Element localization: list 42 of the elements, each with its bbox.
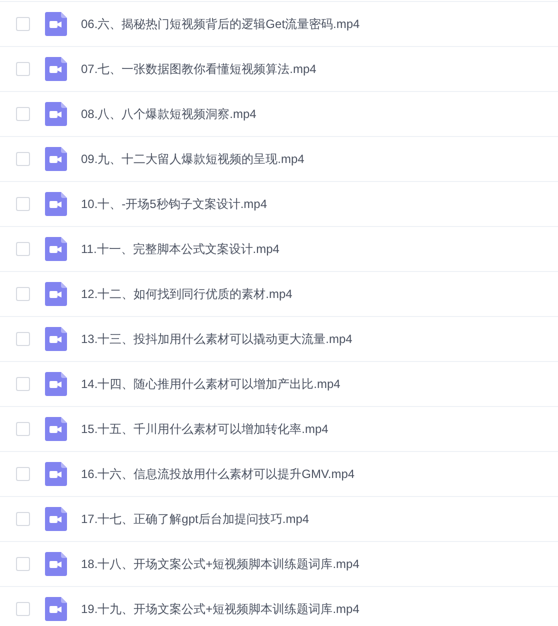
file-name[interactable]: 15.十五、千川用什么素材可以增加转化率.mp4 (81, 420, 328, 438)
file-name[interactable]: 13.十三、投抖加用什么素材可以撬动更大流量.mp4 (81, 330, 352, 348)
checkbox[interactable] (16, 377, 30, 391)
video-file-icon (45, 102, 67, 126)
video-file-icon (45, 192, 67, 216)
checkbox[interactable] (16, 557, 30, 571)
checkbox[interactable] (16, 62, 30, 76)
checkbox[interactable] (16, 107, 30, 121)
checkbox[interactable] (16, 332, 30, 346)
video-file-icon (45, 372, 67, 396)
file-name[interactable]: 06.六、揭秘热门短视频背后的逻辑Get流量密码.mp4 (81, 15, 360, 33)
video-file-icon (45, 597, 67, 621)
video-file-icon (45, 12, 67, 36)
checkbox[interactable] (16, 422, 30, 436)
video-file-icon (45, 507, 67, 531)
file-name[interactable]: 12.十二、如何找到同行优质的素材.mp4 (81, 285, 292, 303)
video-file-icon (45, 552, 67, 576)
file-name[interactable]: 08.八、八个爆款短视频洞察.mp4 (81, 105, 256, 123)
video-file-icon (45, 282, 67, 306)
video-file-icon (45, 462, 67, 486)
file-name[interactable]: 09.九、十二大留人爆款短视频的呈现.mp4 (81, 150, 304, 168)
video-file-icon (45, 57, 67, 81)
checkbox[interactable] (16, 197, 30, 211)
file-name[interactable]: 19.十九、开场文案公式+短视频脚本训练题词库.mp4 (81, 600, 360, 618)
video-file-icon (45, 327, 67, 351)
checkbox[interactable] (16, 152, 30, 166)
checkbox[interactable] (16, 467, 30, 481)
file-name[interactable]: 16.十六、信息流投放用什么素材可以提升GMV.mp4 (81, 465, 355, 483)
file-name[interactable]: 07.七、一张数据图教你看懂短视频算法.mp4 (81, 60, 316, 78)
video-file-icon (45, 147, 67, 171)
video-file-icon (45, 417, 67, 441)
checkbox[interactable] (16, 602, 30, 616)
checkbox[interactable] (16, 512, 30, 526)
video-file-icon (45, 237, 67, 261)
file-name[interactable]: 11.十一、完整脚本公式文案设计.mp4 (81, 240, 280, 258)
file-name[interactable]: 14.十四、随心推用什么素材可以增加产出比.mp4 (81, 375, 340, 393)
checkbox[interactable] (16, 242, 30, 256)
file-name[interactable]: 17.十七、正确了解gpt后台加提问技巧.mp4 (81, 510, 310, 528)
checkbox[interactable] (16, 17, 30, 31)
file-name[interactable]: 18.十八、开场文案公式+短视频脚本训练题词库.mp4 (81, 555, 360, 573)
checkbox[interactable] (16, 287, 30, 301)
file-name[interactable]: 10.十、-开场5秒钩子文案设计.mp4 (81, 195, 268, 213)
